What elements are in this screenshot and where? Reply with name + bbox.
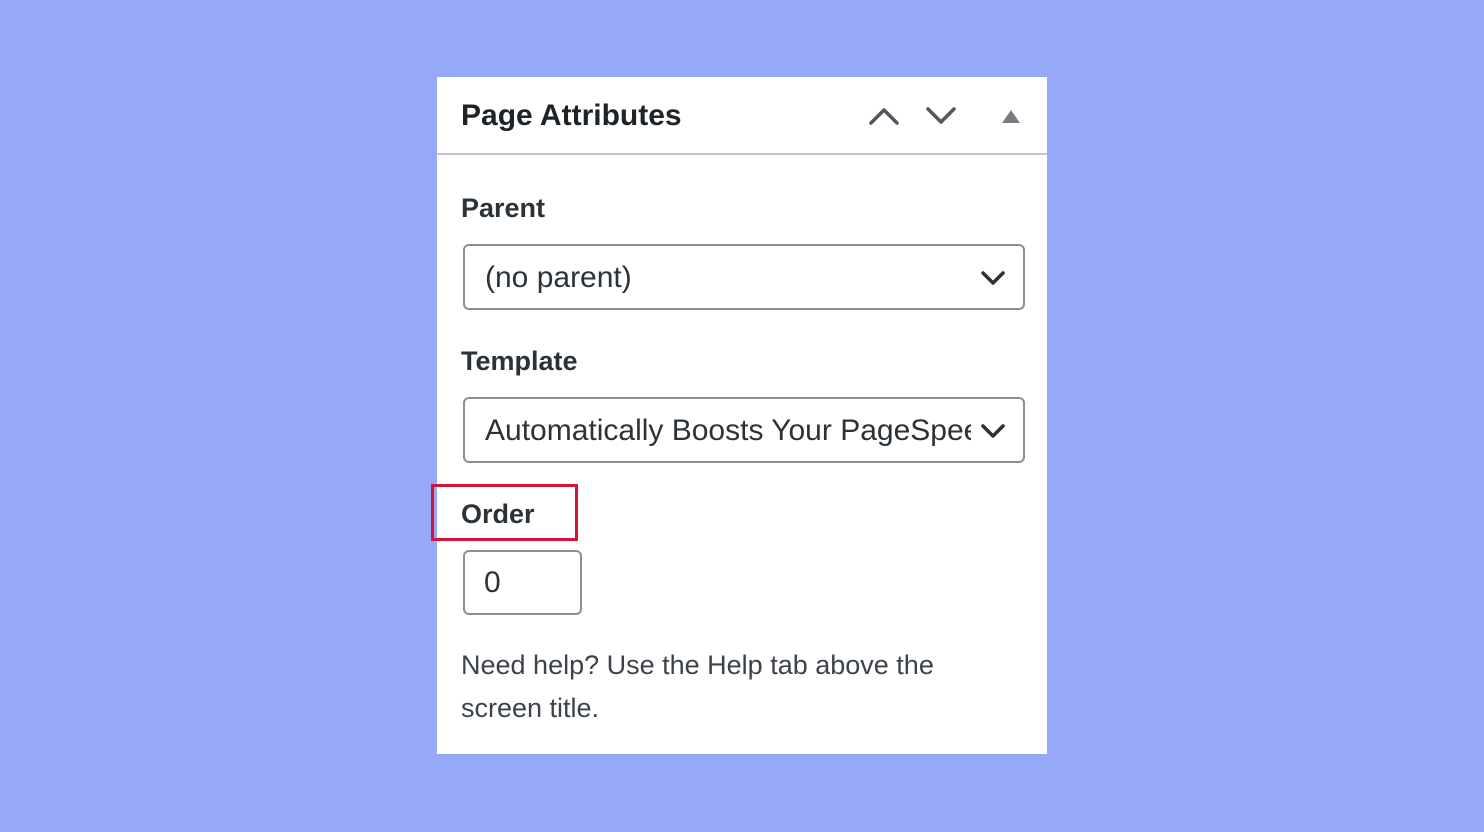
move-down-button[interactable]: [921, 99, 961, 133]
parent-select[interactable]: (no parent): [463, 244, 1025, 310]
help-text: Need help? Use the Help tab above the sc…: [461, 650, 934, 723]
chevron-down-icon: [926, 107, 956, 124]
chevron-up-icon: [869, 108, 899, 125]
order-input[interactable]: 0: [463, 550, 582, 615]
page-attributes-panel: Page Attributes Parent (no parent) Templ…: [437, 77, 1047, 754]
order-input-value: 0: [484, 566, 501, 599]
parent-label: Parent: [461, 193, 546, 223]
template-select[interactable]: Automatically Boosts Your PageSpeed: [463, 397, 1025, 463]
chevron-down-icon: [981, 271, 1005, 285]
order-highlight-box: [431, 484, 578, 541]
parent-select-value: (no parent): [485, 261, 632, 294]
triangle-up-icon: [1002, 110, 1020, 123]
toggle-panel-button[interactable]: [991, 99, 1031, 133]
chevron-down-icon: [981, 424, 1005, 438]
template-select-value: Automatically Boosts Your PageSpeed: [485, 414, 971, 447]
template-label: Template: [461, 346, 578, 376]
move-up-button[interactable]: [864, 99, 904, 133]
panel-header: Page Attributes: [437, 77, 1047, 155]
panel-title: Page Attributes: [461, 99, 682, 132]
